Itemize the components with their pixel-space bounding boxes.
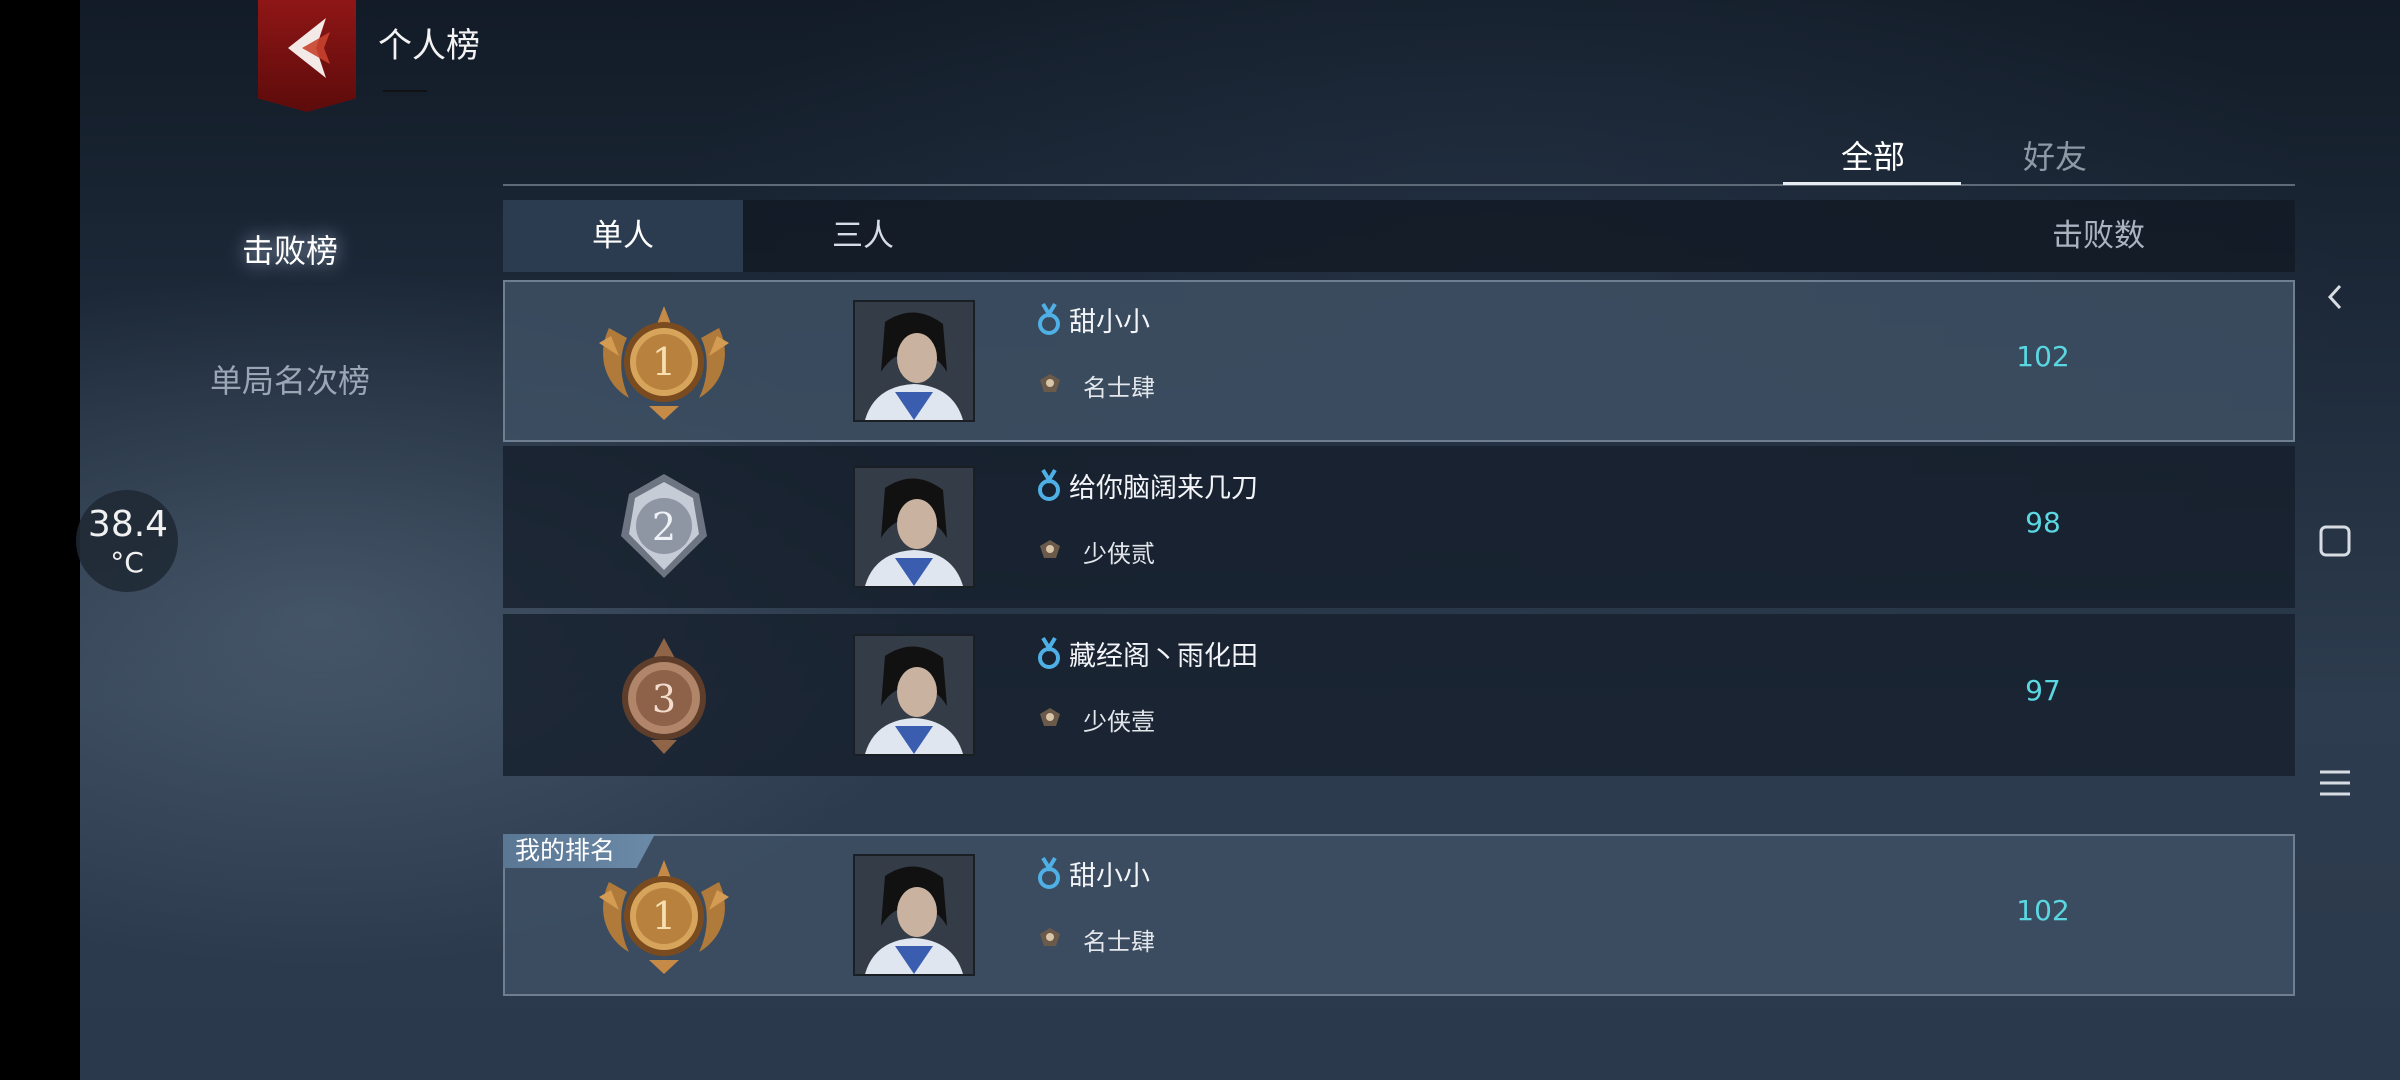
gold-medal-icon: 1 bbox=[599, 306, 729, 420]
tab-all-underline bbox=[1783, 182, 1961, 185]
svg-text:3: 3 bbox=[652, 677, 676, 721]
back-arrow-icon bbox=[288, 18, 330, 78]
kill-count: 102 bbox=[2016, 894, 2070, 927]
temperature-badge: 38.4 °C bbox=[76, 490, 178, 592]
avatar[interactable] bbox=[853, 300, 975, 422]
nav-back-icon[interactable] bbox=[2310, 272, 2360, 322]
nav-home-icon[interactable] bbox=[2310, 516, 2360, 566]
silver-medal-icon: 2 bbox=[621, 474, 707, 578]
nav-menu-icon[interactable] bbox=[2310, 758, 2360, 808]
avatar[interactable] bbox=[853, 634, 975, 756]
tab-all[interactable]: 全部 bbox=[1783, 132, 1963, 178]
player-rank-title: 名士肆 bbox=[1083, 928, 1155, 956]
tab-trio[interactable]: 三人 bbox=[743, 200, 983, 272]
sidebar-item-kills-board[interactable]: 击败榜 bbox=[140, 226, 440, 272]
player-rank-title: 名士肆 bbox=[1083, 374, 1155, 402]
player-rank-title: 少侠壹 bbox=[1083, 708, 1155, 736]
rank-badge-icon bbox=[1040, 928, 1060, 946]
player-rank-title: 少侠贰 bbox=[1083, 540, 1155, 568]
avatar[interactable] bbox=[853, 854, 975, 976]
player-name: 甜小小 bbox=[1069, 861, 1150, 892]
table-row[interactable]: 2 给你脑阔来几刀 少侠贰 98 bbox=[503, 446, 2295, 608]
male-icon bbox=[1038, 856, 1060, 889]
player-name: 藏经阁丶雨化田 bbox=[1069, 641, 1258, 672]
rank-badge-icon bbox=[1040, 540, 1060, 558]
svg-text:1: 1 bbox=[652, 340, 676, 384]
sidebar-item-placement-board[interactable]: 单局名次榜 bbox=[140, 356, 440, 402]
table-row[interactable]: 3 藏经阁丶雨化田 少侠壹 97 bbox=[503, 614, 2295, 776]
column-kills: 击败数 bbox=[2052, 218, 2145, 254]
male-icon bbox=[1038, 468, 1060, 501]
temperature-unit: °C bbox=[110, 546, 144, 579]
rank-badge-icon bbox=[1040, 708, 1060, 726]
kill-count: 97 bbox=[2025, 674, 2061, 707]
tab-friends[interactable]: 好友 bbox=[1965, 132, 2145, 178]
kill-count: 98 bbox=[2025, 506, 2061, 539]
gold-medal-icon: 1 bbox=[599, 860, 729, 974]
table-row[interactable]: 1 甜小小 名士肆 102 bbox=[503, 280, 2295, 442]
my-rank-row[interactable]: 我的排名 1 甜小小 名士肆 102 bbox=[503, 834, 2295, 996]
title-underline bbox=[383, 90, 427, 92]
player-name: 甜小小 bbox=[1069, 307, 1150, 338]
temperature-value: 38.4 bbox=[87, 504, 169, 545]
filter-divider bbox=[503, 184, 2295, 186]
bronze-medal-icon: 3 bbox=[622, 638, 706, 754]
table-header: 单人 三人 击败数 bbox=[503, 200, 2295, 272]
avatar[interactable] bbox=[853, 466, 975, 588]
svg-text:2: 2 bbox=[652, 505, 676, 549]
male-icon bbox=[1038, 636, 1060, 669]
kill-count: 102 bbox=[2016, 340, 2070, 373]
svg-text:1: 1 bbox=[652, 894, 676, 938]
player-name: 给你脑阔来几刀 bbox=[1069, 473, 1258, 504]
rank-badge-icon bbox=[1040, 374, 1060, 392]
male-icon bbox=[1038, 302, 1060, 335]
back-button[interactable] bbox=[258, 0, 356, 112]
page-title: 个人榜 bbox=[378, 26, 480, 66]
tab-single[interactable]: 单人 bbox=[503, 200, 743, 272]
